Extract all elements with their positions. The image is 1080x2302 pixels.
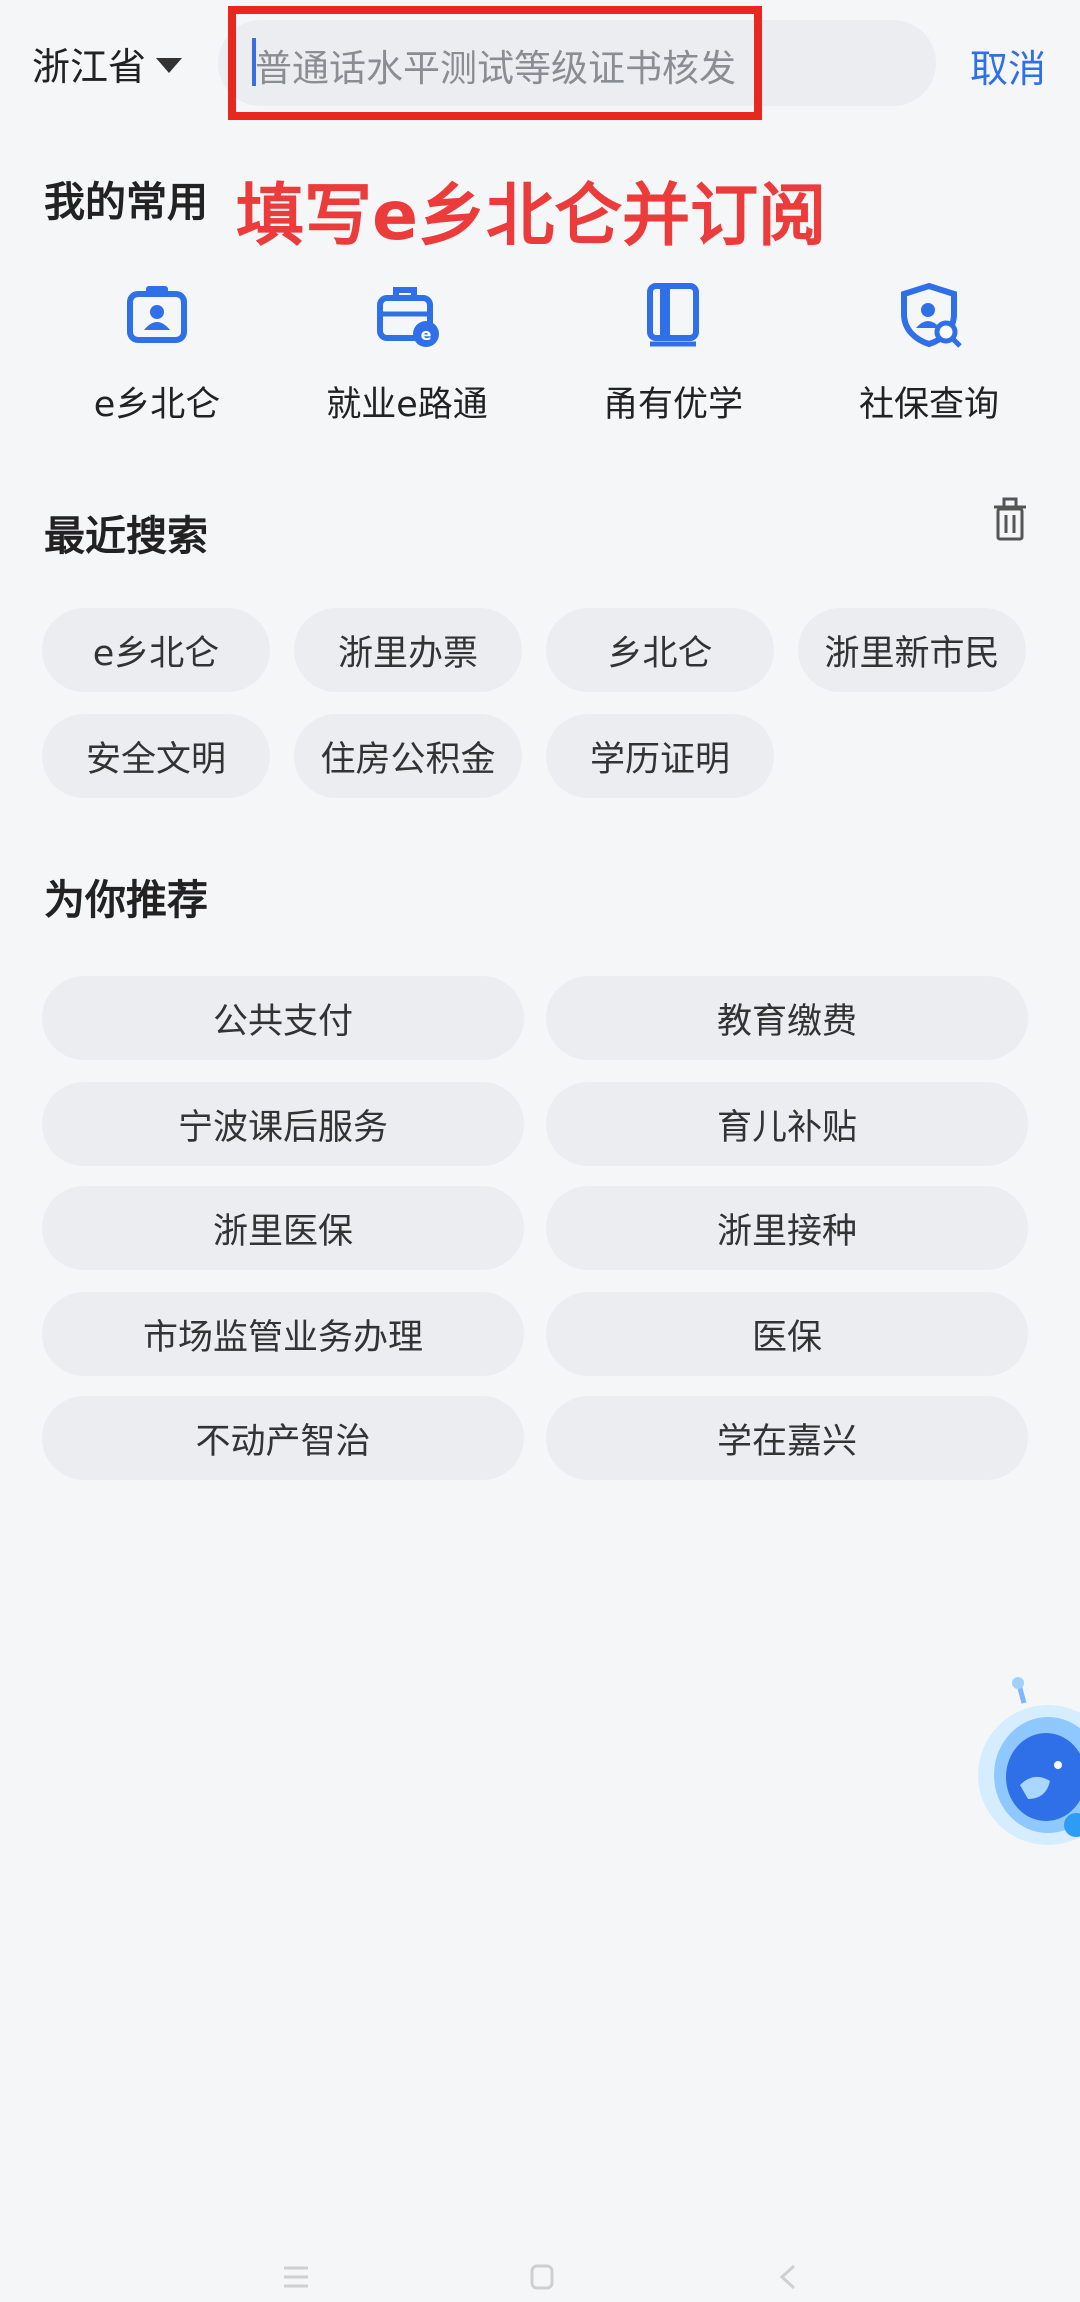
favorite-app-label: 就业e路通 [326, 385, 488, 425]
recent-search-chip[interactable]: 浙里新市民 [798, 608, 1026, 692]
briefcase-icon: e [377, 287, 439, 347]
favorites-title: 我的常用 [44, 178, 208, 226]
favorite-app-label: e乡北仑 [93, 385, 221, 425]
recent-search-chip[interactable]: e乡北仑 [42, 608, 270, 692]
recent-search-chip[interactable]: 住房公积金 [294, 714, 522, 798]
annotation-highlight-box [228, 6, 762, 120]
recommend-chip[interactable]: 浙里接种 [546, 1186, 1028, 1270]
recent-search-chip[interactable]: 乡北仑 [546, 608, 774, 692]
recent-search-chip[interactable]: 学历证明 [546, 714, 774, 798]
annotation-text: 填写e乡北仑并订阅 [236, 177, 827, 256]
favorite-app-education[interactable]: 甬有优学 [548, 280, 798, 427]
recommend-chip[interactable]: 宁波课后服务 [42, 1082, 524, 1166]
recent-search-chip[interactable]: 浙里办票 [294, 608, 522, 692]
recommend-chip[interactable]: 学在嘉兴 [546, 1396, 1028, 1480]
id-badge-icon [127, 286, 187, 343]
back-icon[interactable] [770, 2262, 810, 2292]
home-icon[interactable] [522, 2262, 562, 2292]
recent-title: 最近搜索 [44, 512, 208, 560]
trash-icon[interactable] [990, 495, 1030, 543]
favorite-app-social-security[interactable]: 社保查询 [804, 280, 1054, 427]
recommend-chip[interactable]: 公共支付 [42, 976, 524, 1060]
chevron-down-icon [156, 57, 183, 73]
cancel-button[interactable]: 取消 [970, 38, 1046, 93]
favorite-app-label: 甬有优学 [602, 385, 743, 425]
top-search-bar: 浙江省 普通话水平测试等级证书核发 取消 [0, 0, 1080, 130]
favorites-grid: e乡北仑 e 就业e路通 甬有优学 社保查询 [0, 280, 1080, 430]
favorite-app-label: 社保查询 [858, 385, 999, 425]
recommend-chip[interactable]: 医保 [546, 1292, 1028, 1376]
region-label: 浙江省 [32, 44, 147, 89]
recommend-chip[interactable]: 不动产智治 [42, 1396, 524, 1480]
favorite-app-e-beilun[interactable]: e乡北仑 [32, 280, 282, 427]
recommend-chip[interactable]: 浙里医保 [42, 1186, 524, 1270]
shield-search-icon [901, 282, 962, 348]
recent-search-chip[interactable]: 安全文明 [42, 714, 270, 798]
recommend-chip[interactable]: 育儿补贴 [546, 1082, 1028, 1166]
recommend-chip[interactable]: 教育缴费 [546, 976, 1028, 1060]
svg-text:e: e [421, 325, 432, 344]
recommend-chip[interactable]: 市场监管业务办理 [42, 1292, 524, 1376]
assistant-robot-icon[interactable] [968, 1675, 1080, 1850]
favorite-app-employment[interactable]: e 就业e路通 [282, 280, 532, 427]
region-selector[interactable]: 浙江省 [32, 38, 183, 89]
book-icon [647, 283, 699, 347]
recommend-title: 为你推荐 [44, 876, 208, 924]
menu-icon[interactable] [276, 2262, 316, 2292]
